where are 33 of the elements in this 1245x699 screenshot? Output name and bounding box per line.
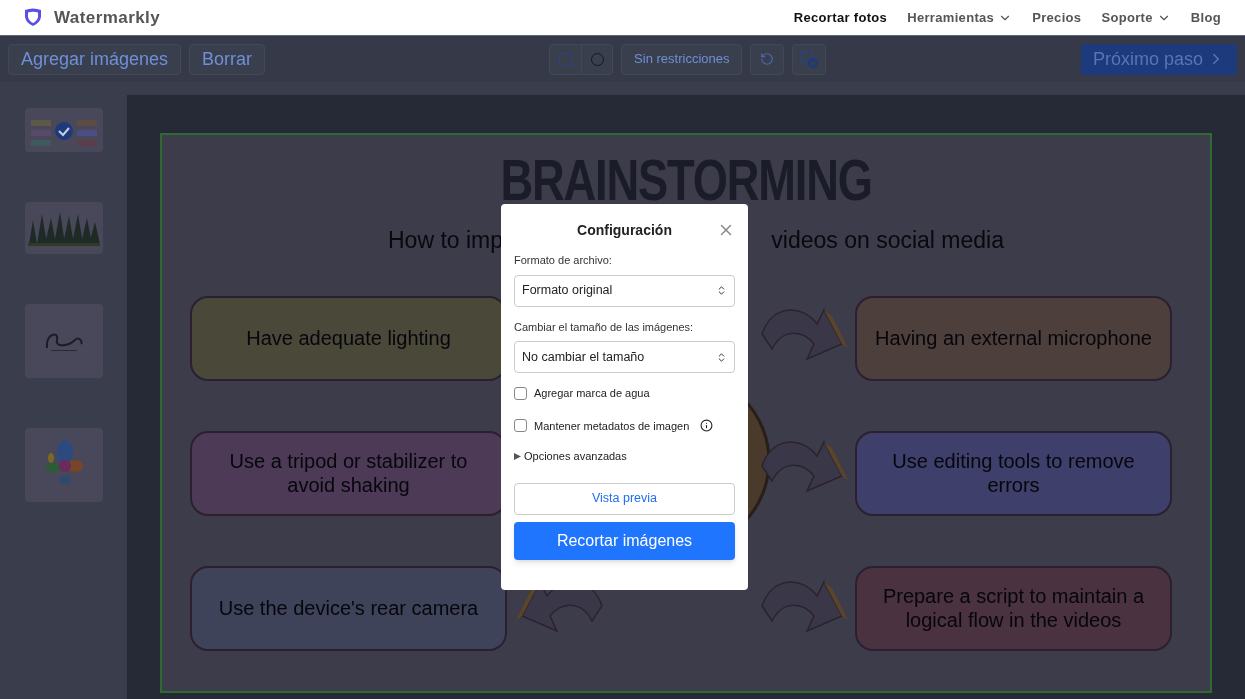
add-image-button[interactable] [792, 43, 827, 75]
resize-select[interactable]: No cambiar el tamaño [514, 341, 735, 373]
nav-link[interactable]: Herramientas [907, 7, 1013, 28]
checkbox-label: Mantener metadatos de imagen [534, 418, 690, 434]
nav-link[interactable]: Precios [1032, 7, 1082, 28]
field-label: Formato de archivo: [514, 253, 613, 268]
nav-link[interactable]: Blog [1190, 7, 1221, 28]
select-arrows-icon [716, 351, 727, 363]
rotate-button[interactable] [750, 43, 785, 75]
tip-card: Use editing tools to remove errors [855, 430, 1172, 516]
field-label: Cambiar el tamaño de las imágenes: [514, 319, 695, 335]
dialog-title: Configuración [577, 220, 672, 240]
rotate-icon [760, 52, 775, 66]
preview-button[interactable]: Vista previa [514, 482, 735, 515]
shield-icon [24, 8, 42, 27]
add-image-icon [799, 49, 820, 69]
nav-link[interactable]: Soporte [1101, 7, 1171, 28]
checkbox[interactable] [514, 419, 527, 433]
triangle-icon [514, 452, 521, 460]
select-arrows-icon [716, 285, 727, 296]
tip-card: Having an external microphone [855, 295, 1172, 381]
format-select[interactable]: Formato original [514, 274, 735, 307]
nav-link[interactable]: Recortar fotos [793, 7, 888, 28]
advanced-options-toggle[interactable]: Opciones avanzadas [514, 448, 735, 465]
slide-subtitle: videos on social media [771, 226, 1004, 255]
checkbox-label: Agregar marca de agua [534, 386, 650, 401]
slide-subtitle: How to imp [388, 226, 504, 255]
brand-name[interactable]: Watermarkly [54, 4, 161, 31]
crop-images-button[interactable]: Recortar imágenes [514, 521, 735, 560]
checkbox[interactable] [514, 386, 527, 400]
info-icon[interactable] [700, 419, 714, 433]
tip-card: Prepare a script to maintain a logical flow in the videos [855, 565, 1172, 651]
tip-card: Use the device's rear camera [190, 565, 507, 651]
